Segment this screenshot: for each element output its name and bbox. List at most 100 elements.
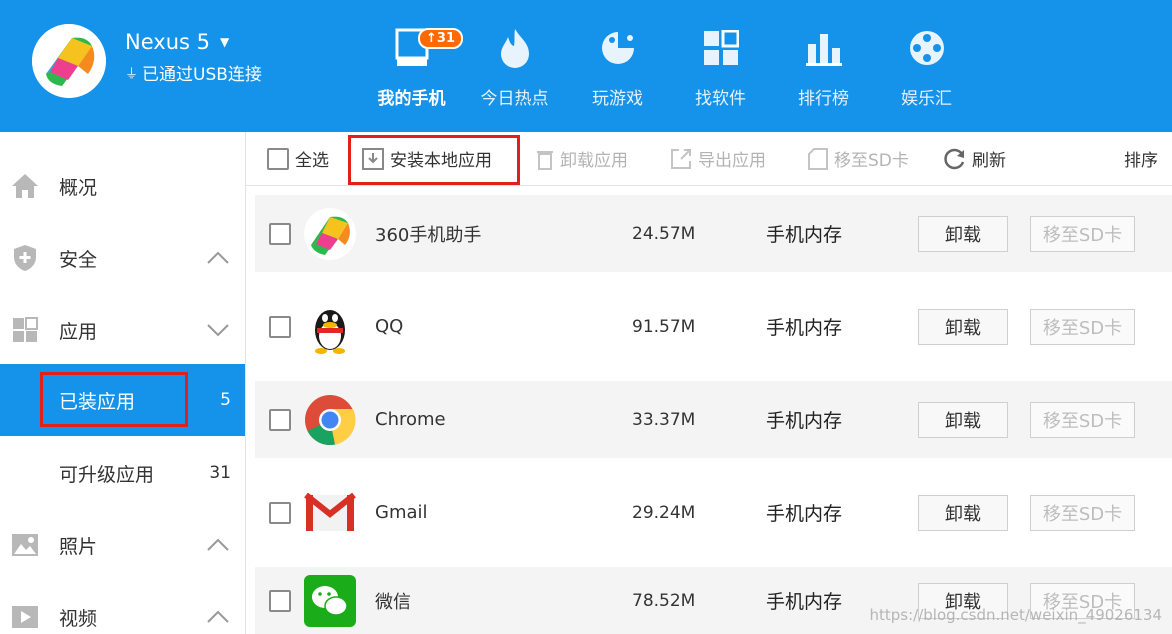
nav-entertainment[interactable]: 娱乐汇 [875, 26, 978, 109]
table-row[interactable]: Chrome 33.37M 手机内存 卸载 移至SD卡 [255, 381, 1172, 458]
uninstall-button[interactable]: 卸载 [918, 401, 1008, 438]
uninstall-button[interactable]: 卸载 [918, 494, 1008, 531]
photo-icon [11, 531, 39, 559]
app-name: 微信 [375, 591, 411, 613]
refresh-button[interactable]: 刷新 [944, 146, 1006, 171]
main-nav: ↑31 我的手机 今日热点 玩游戏 找软件 排行榜 娱乐汇 [360, 26, 978, 109]
table-row[interactable]: 360手机助手 24.57M 手机内存 卸载 移至SD卡 [255, 195, 1172, 272]
install-local-label: 安装本地应用 [390, 151, 492, 171]
row-checkbox[interactable] [269, 222, 291, 245]
move-sd-label: 移至SD卡 [834, 151, 909, 171]
sidebar-item-label: 视频 [59, 607, 98, 630]
export-label: 导出应用 [698, 151, 766, 171]
uninstall-button[interactable]: 卸载 [918, 215, 1008, 252]
nav-today-hot[interactable]: 今日热点 [463, 26, 566, 109]
watermark: https://blog.csdn.net/weixin_49026134 [869, 606, 1162, 624]
sort-button[interactable]: 排序 [1124, 146, 1158, 171]
nav-label: 找软件 [695, 89, 746, 109]
sidebar-item-security[interactable]: 安全 [0, 222, 245, 294]
export-apps-button[interactable]: 导出应用 [670, 146, 766, 171]
table-row[interactable]: QQ 91.57M 手机内存 卸载 移至SD卡 [255, 288, 1172, 365]
nav-label: 玩游戏 [592, 89, 643, 109]
chevron-up-icon[interactable] [207, 610, 229, 624]
refresh-label: 刷新 [972, 151, 1006, 171]
sidebar: 概况 安全 应用 已装应用 5 可升级应用 31 照片 视频 [0, 132, 246, 634]
usb-plug-icon: ⏚ [125, 67, 139, 82]
row-checkbox[interactable] [269, 501, 291, 524]
app-location: 手机内存 [766, 317, 843, 339]
install-local-app-button[interactable]: 安装本地应用 [362, 146, 492, 171]
uninstall-apps-button[interactable]: 卸载应用 [536, 146, 628, 171]
360-assistant-icon [304, 207, 356, 260]
sidebar-item-label: 照片 [59, 535, 98, 558]
nav-label: 我的手机 [377, 89, 446, 109]
film-reel-icon [907, 26, 947, 70]
install-icon [362, 147, 384, 170]
refresh-icon [944, 148, 965, 169]
bar-chart-icon [804, 26, 844, 70]
nav-label: 今日热点 [480, 89, 549, 109]
wechat-icon [304, 574, 356, 627]
flame-icon [495, 26, 535, 70]
chrome-icon [305, 394, 356, 445]
gmail-icon [304, 492, 356, 531]
app-name: QQ [375, 316, 404, 337]
sidebar-item-label: 安全 [59, 248, 98, 271]
trash-icon [537, 150, 553, 170]
app-size: 29.24M [632, 502, 696, 523]
sidebar-item-installed-apps[interactable]: 已装应用 5 [0, 364, 245, 436]
uninstall-label: 卸载应用 [560, 151, 628, 171]
sidebar-item-videos[interactable]: 视频 [0, 581, 245, 634]
nav-my-phone[interactable]: ↑31 我的手机 [360, 26, 463, 109]
app-location: 手机内存 [766, 410, 843, 432]
sort-label: 排序 [1124, 151, 1158, 171]
chevron-down-icon[interactable] [207, 323, 229, 337]
nav-find-software[interactable]: 找软件 [669, 26, 772, 109]
sidebar-item-apps[interactable]: 应用 [0, 294, 245, 366]
home-icon [11, 172, 39, 200]
select-all-checkbox[interactable]: 全选 [267, 146, 329, 171]
move-to-sd-button[interactable]: 移至SD卡 [1030, 401, 1135, 438]
sidebar-item-photos[interactable]: 照片 [0, 509, 245, 581]
sidebar-item-upgradable-apps[interactable]: 可升级应用 31 [0, 437, 245, 509]
qq-icon [315, 309, 345, 354]
row-checkbox[interactable] [269, 315, 291, 338]
device-name: Nexus 5 [125, 30, 210, 54]
top-header: Nexus 5 ▼ ⏚ 已通过USB连接 ↑31 我的手机 今日热点 玩游戏 找… [0, 0, 1172, 132]
apps-grid-icon [701, 26, 741, 70]
app-logo [32, 24, 106, 98]
checkbox[interactable] [267, 147, 289, 170]
toolbar: 全选 安装本地应用 卸载应用 导出应用 移至SD卡 刷新 排序 [246, 132, 1172, 186]
move-to-sd-button[interactable]: 移至SD卡 [1030, 215, 1135, 252]
move-to-sd-button[interactable]: 移至SD卡 [1030, 494, 1135, 531]
update-badge: ↑31 [418, 28, 463, 49]
sidebar-item-label: 应用 [59, 320, 98, 343]
video-icon [11, 603, 39, 631]
row-checkbox[interactable] [269, 408, 291, 431]
move-to-sd-button[interactable]: 移至SD卡 [808, 146, 909, 171]
nav-ranking[interactable]: 排行榜 [772, 26, 875, 109]
nav-games[interactable]: 玩游戏 [566, 26, 669, 109]
game-icon [598, 26, 638, 70]
app-name: 360手机助手 [375, 224, 482, 246]
app-location: 手机内存 [766, 224, 843, 246]
item-count: 5 [220, 390, 231, 410]
dropdown-caret-icon[interactable]: ▼ [220, 35, 229, 49]
chevron-up-icon[interactable] [207, 538, 229, 552]
uninstall-button[interactable]: 卸载 [918, 308, 1008, 345]
nav-label: 排行榜 [798, 89, 849, 109]
sidebar-item-label: 概况 [59, 176, 98, 199]
device-info[interactable]: Nexus 5 ▼ ⏚ 已通过USB连接 [125, 30, 262, 85]
app-name: Chrome [375, 409, 446, 430]
apps-icon [11, 316, 39, 344]
sd-card-icon [808, 147, 828, 170]
app-name: Gmail [375, 502, 428, 523]
chevron-up-icon[interactable] [207, 251, 229, 265]
sidebar-item-overview[interactable]: 概况 [0, 150, 245, 222]
move-to-sd-button[interactable]: 移至SD卡 [1030, 308, 1135, 345]
table-row[interactable]: Gmail 29.24M 手机内存 卸载 移至SD卡 [255, 474, 1172, 551]
shield-icon [11, 244, 39, 272]
app-location: 手机内存 [766, 591, 843, 613]
row-checkbox[interactable] [269, 589, 291, 612]
app-size: 91.57M [632, 316, 696, 337]
